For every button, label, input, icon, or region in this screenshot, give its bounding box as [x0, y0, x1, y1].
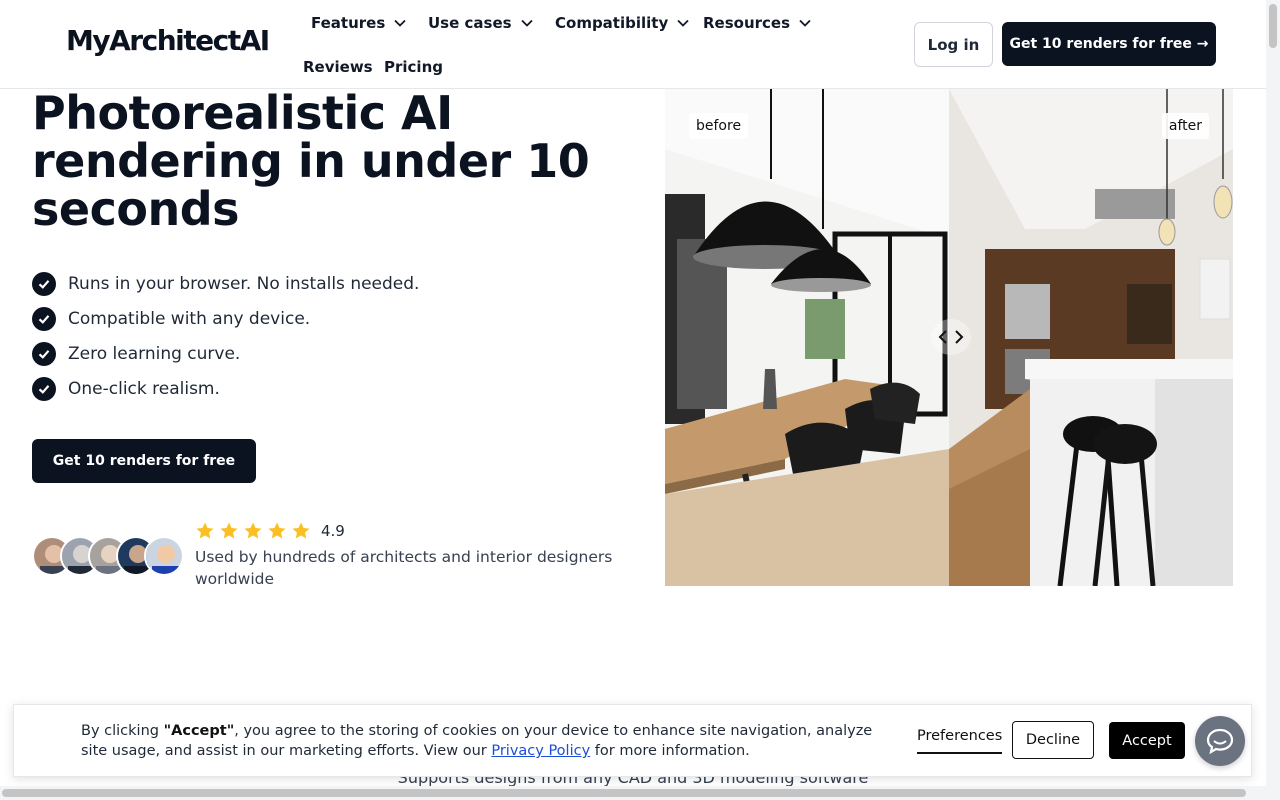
avatar	[144, 536, 184, 576]
vertical-scroll-thumb[interactable]	[1269, 4, 1277, 48]
cookie-text-prefix: By clicking	[81, 723, 164, 739]
star-icon	[220, 522, 238, 539]
nav-item-label: Compatibility	[555, 14, 669, 32]
nav-item-use-cases[interactable]: Use cases	[428, 14, 534, 32]
nav-item-resources[interactable]: Resources	[703, 14, 812, 32]
preferences-button[interactable]: Preferences	[917, 728, 1003, 754]
cookie-banner: By clicking "Accept", you agree to the s…	[13, 704, 1252, 777]
rating-value: 4.9	[321, 522, 345, 540]
avatar-group	[32, 536, 184, 576]
get-renders-button[interactable]: Get 10 renders for free →	[1002, 22, 1216, 66]
feature-item: Runs in your browser. No installs needed…	[32, 266, 419, 301]
nav-item-compatibility[interactable]: Compatibility	[555, 14, 690, 32]
feature-item: One-click realism.	[32, 371, 419, 406]
star-icon	[244, 522, 262, 539]
before-after-slider[interactable]: before after	[665, 89, 1233, 586]
nav-item-features[interactable]: Features	[311, 14, 407, 32]
chevron-down-icon	[394, 19, 406, 27]
feature-item: Zero learning curve.	[32, 336, 419, 371]
star-icon	[292, 522, 310, 539]
check-circle-icon	[32, 306, 56, 331]
feature-item: Compatible with any device.	[32, 301, 419, 336]
nav-item-label: Resources	[703, 14, 791, 32]
feature-text: Compatible with any device.	[68, 308, 311, 329]
chevron-down-icon	[677, 19, 689, 27]
privacy-policy-link[interactable]: Privacy Policy	[491, 743, 590, 759]
chat-bubble-icon	[1206, 728, 1234, 754]
chevron-down-icon	[799, 19, 811, 27]
check-circle-icon	[32, 271, 56, 296]
chevron-down-icon	[520, 19, 533, 27]
check-circle-icon	[32, 341, 56, 366]
cookie-text-accept: "Accept"	[163, 723, 235, 739]
cookie-message: By clicking "Accept", you agree to the s…	[81, 721, 901, 761]
feature-text: One-click realism.	[68, 378, 220, 399]
social-proof-text: Used by hundreds of architects and inter…	[195, 548, 613, 588]
star-icon	[196, 522, 214, 539]
nav-item-label: Pricing	[384, 58, 443, 76]
login-button[interactable]: Log in	[914, 22, 993, 67]
vertical-scrollbar[interactable]	[1266, 0, 1280, 800]
chat-launcher[interactable]	[1195, 716, 1245, 766]
slider-handle[interactable]	[931, 319, 971, 355]
rating: 4.9	[195, 521, 345, 541]
nav-item-pricing[interactable]: Pricing	[384, 58, 443, 76]
nav-item-label: Reviews	[303, 58, 373, 76]
check-circle-icon	[32, 376, 56, 401]
feature-list: Runs in your browser. No installs needed…	[32, 266, 419, 406]
feature-text: Zero learning curve.	[68, 343, 241, 364]
hero-title: Photorealistic AI rendering in under 10 …	[32, 86, 590, 236]
nav-item-reviews[interactable]: Reviews	[303, 58, 373, 76]
star-icon	[268, 522, 286, 539]
horizontal-scroll-thumb[interactable]	[2, 789, 1246, 797]
top-nav: MyArchitectAI Features Use cases Compati…	[0, 0, 1266, 89]
after-label: after	[1161, 113, 1209, 139]
accept-button[interactable]: Accept	[1109, 722, 1185, 759]
hero-cta-button[interactable]: Get 10 renders for free	[32, 439, 256, 483]
decline-button[interactable]: Decline	[1012, 721, 1094, 759]
feature-text: Runs in your browser. No installs needed…	[68, 273, 420, 294]
nav-item-label: Use cases	[428, 14, 512, 32]
chevron-left-right-icon	[938, 330, 964, 344]
brand-logo[interactable]: MyArchitectAI	[66, 24, 270, 57]
before-label: before	[689, 113, 749, 139]
nav-item-label: Features	[311, 14, 386, 32]
cookie-text-suffix: for more information.	[590, 743, 750, 759]
